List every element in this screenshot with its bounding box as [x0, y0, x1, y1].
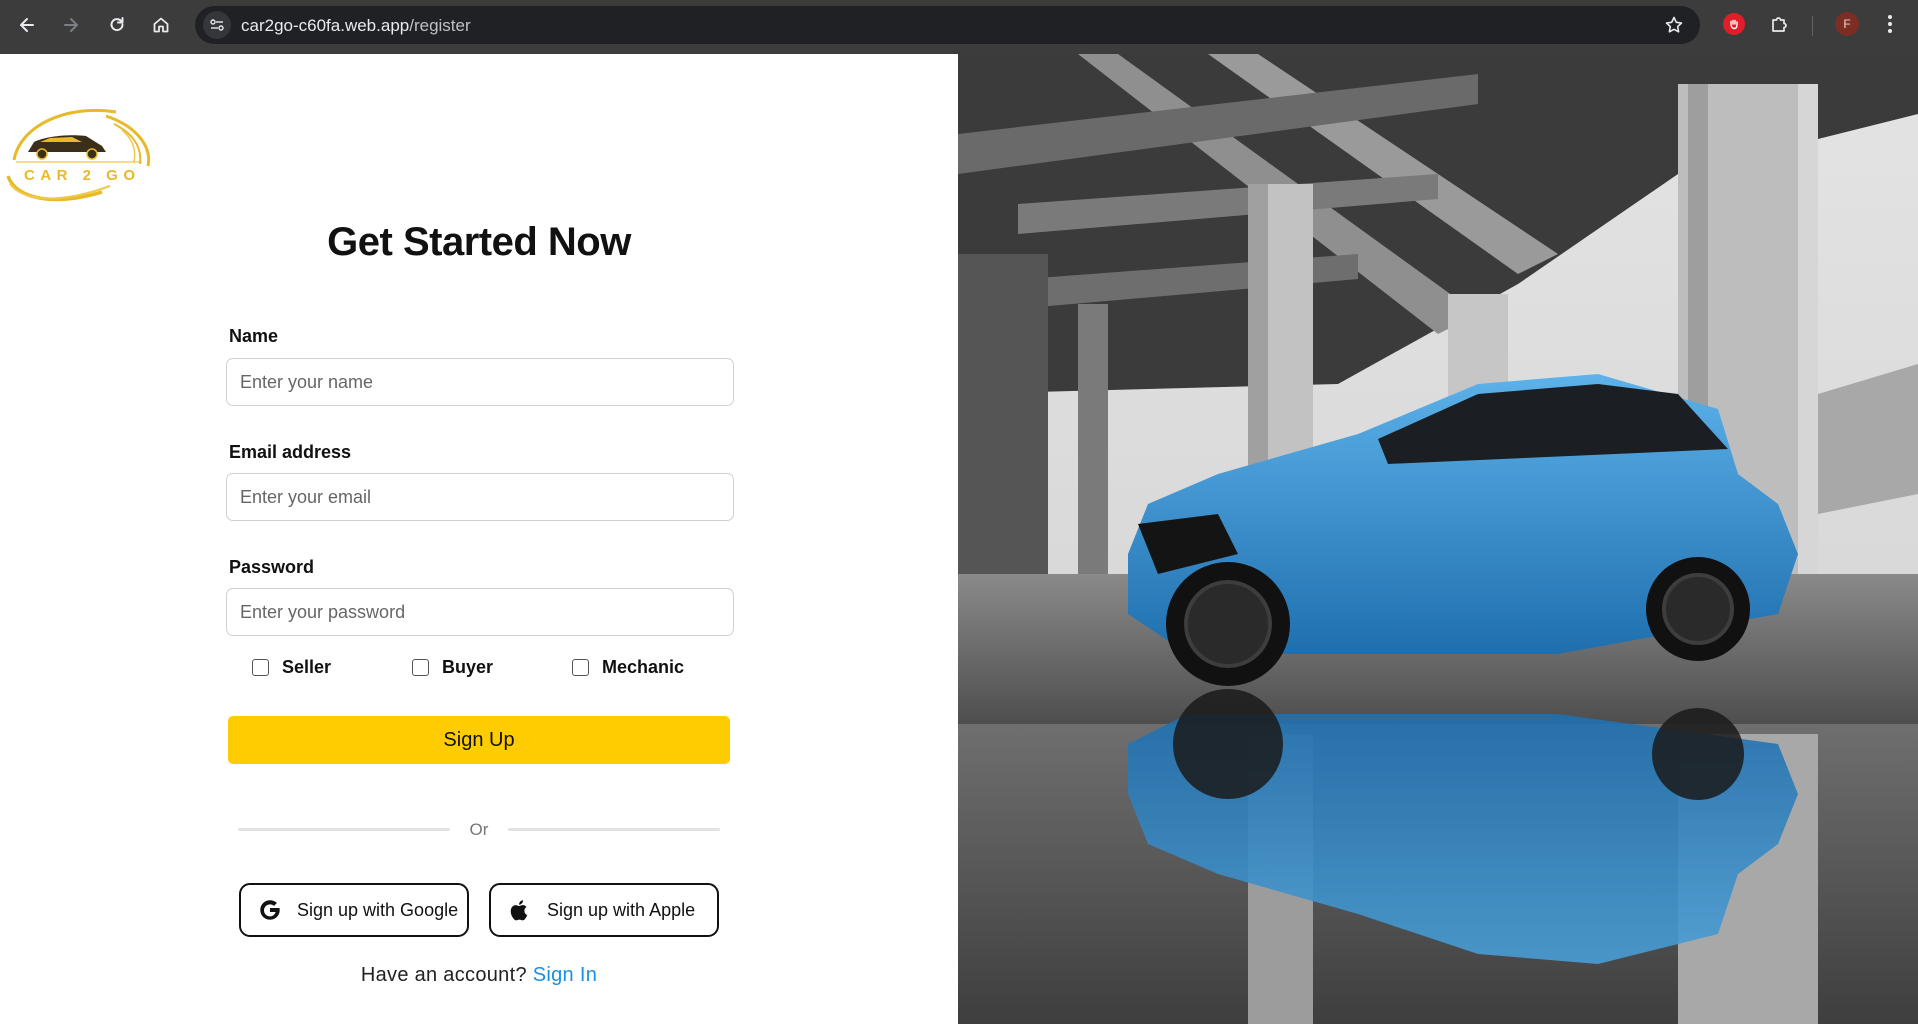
extensions-puzzle-icon[interactable] — [1768, 12, 1792, 36]
logo-text: CAR 2 GO — [24, 167, 141, 184]
apple-button-label: Sign up with Apple — [547, 899, 696, 920]
google-icon — [260, 900, 280, 920]
reload-icon[interactable] — [102, 10, 132, 40]
url-host: car2go-c60fa.web.app — [241, 16, 410, 35]
divider-line-right — [508, 828, 720, 831]
url-path: /register — [409, 16, 471, 35]
divider-line-left — [238, 828, 450, 831]
name-label: Name — [229, 326, 279, 346]
google-button-label: Sign up with Google — [297, 899, 459, 920]
forward-icon[interactable] — [56, 10, 86, 40]
checkbox-box[interactable] — [252, 659, 269, 676]
page-title: Get Started Now — [327, 220, 631, 264]
password-input[interactable] — [226, 588, 734, 636]
hero-image — [958, 54, 1918, 1024]
checkbox-box[interactable] — [572, 659, 589, 676]
divider-or-text: Or — [469, 820, 489, 839]
role-label: Buyer — [442, 657, 494, 677]
address-bar[interactable]: car2go-c60fa.web.app/register — [195, 6, 1700, 44]
checkbox-box[interactable] — [412, 659, 429, 676]
have-account-prompt: Have an account? — [360, 964, 527, 986]
form-panel: CAR 2 GO Get Started Now Name Email addr… — [0, 54, 958, 1024]
role-label: Mechanic — [602, 657, 685, 677]
site-info-icon[interactable] — [203, 11, 231, 39]
apple-icon — [510, 900, 528, 921]
url-text: car2go-c60fa.web.app/register — [241, 16, 471, 36]
role-label: Seller — [282, 657, 332, 677]
menu-kebab-icon[interactable] — [1880, 12, 1900, 36]
register-page: CAR 2 GO Get Started Now Name Email addr… — [0, 54, 1918, 1024]
role-seller-checkbox[interactable]: Seller — [252, 657, 331, 678]
car2go-logo[interactable]: CAR 2 GO — [6, 96, 154, 202]
role-mechanic-checkbox[interactable]: Mechanic — [572, 657, 684, 678]
browser-toolbar: car2go-c60fa.web.app/register F — [0, 0, 1918, 54]
profile-avatar[interactable]: F — [1835, 12, 1859, 36]
car-photo — [958, 54, 1918, 1024]
role-buyer-checkbox[interactable]: Buyer — [412, 657, 493, 678]
email-label: Email address — [229, 442, 352, 462]
name-input[interactable] — [226, 358, 734, 406]
have-account-text: Have an account? Sign In — [0, 964, 958, 987]
extension-red-hand-icon[interactable] — [1723, 13, 1745, 35]
back-icon[interactable] — [12, 10, 42, 40]
password-label: Password — [229, 557, 315, 577]
apple-signup-button[interactable]: Sign up with Apple — [489, 883, 719, 937]
sign-in-link[interactable]: Sign In — [533, 964, 597, 986]
toolbar-separator — [1812, 16, 1813, 36]
google-signup-button[interactable]: Sign up with Google — [239, 883, 469, 937]
email-input[interactable] — [226, 473, 734, 521]
home-icon[interactable] — [146, 10, 176, 40]
bookmark-star-icon[interactable] — [1664, 15, 1684, 35]
sign-up-button[interactable]: Sign Up — [228, 716, 730, 764]
